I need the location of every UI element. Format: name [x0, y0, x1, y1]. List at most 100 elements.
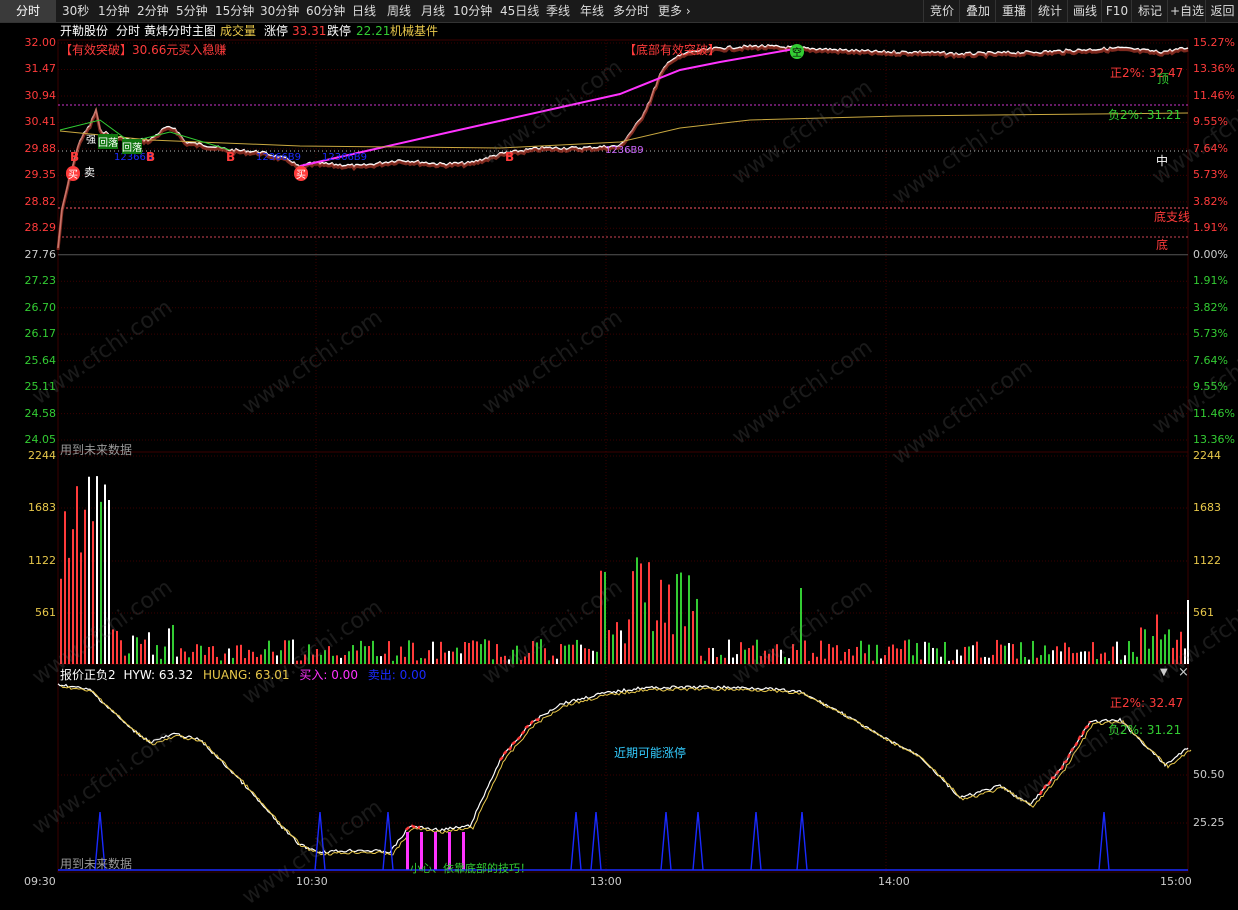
volume-bar	[976, 641, 978, 664]
sell-value: 卖出: 0.00	[367, 668, 427, 682]
volume-bar	[944, 641, 946, 664]
volume-bar	[972, 645, 974, 664]
volume-bar	[1004, 645, 1006, 664]
volume-bar	[820, 640, 822, 664]
volume-bar	[1132, 651, 1134, 664]
volume-bar	[960, 655, 962, 664]
volume-bar	[428, 650, 430, 664]
bottom-note: 底	[1156, 238, 1169, 252]
pct-tick-right: 3.82%	[1193, 300, 1228, 314]
volume-bar	[240, 644, 242, 664]
volume-tick: 561	[1193, 606, 1214, 619]
volume-bar	[264, 649, 266, 664]
volume-bar	[364, 646, 366, 664]
volume-bar	[188, 657, 190, 664]
volume-bar	[1112, 646, 1114, 664]
indicator-panel	[57, 683, 1192, 871]
volume-bar	[1144, 629, 1146, 664]
volume-bar	[1076, 652, 1078, 664]
volume-bar	[848, 648, 850, 664]
price-tick-left: 29.35	[24, 168, 57, 182]
volume-bar	[664, 622, 666, 664]
volume-bar	[636, 557, 638, 664]
volume-bar	[1116, 641, 1118, 664]
volume-bar	[724, 657, 726, 664]
volume-bar	[880, 658, 882, 664]
volume-bar	[80, 552, 82, 664]
volume-bar	[168, 628, 170, 664]
volume-bar	[312, 654, 314, 664]
volume-bar	[1064, 642, 1066, 664]
volume-bar	[608, 630, 610, 664]
ind-future-data-note: 用到未来数据	[60, 857, 133, 871]
volume-bar	[588, 648, 590, 664]
volume-bar	[68, 557, 70, 664]
volume-bar	[380, 656, 382, 664]
volume-bar	[516, 645, 518, 664]
volume-bar	[376, 656, 378, 664]
volume-bar	[732, 657, 734, 664]
volume-bar	[672, 634, 674, 664]
volume-bar	[172, 624, 174, 664]
volume-bar	[1020, 642, 1022, 664]
volume-bar	[336, 655, 338, 664]
buy-badge: 买	[66, 166, 80, 181]
forecast-note: 近期可能涨停	[614, 746, 687, 760]
volume-bar	[552, 655, 554, 664]
volume-bar	[1108, 660, 1110, 664]
volume-bar	[328, 646, 330, 664]
pullback-badge: 回落	[122, 139, 142, 154]
volume-bar	[564, 645, 566, 664]
volume-bar	[464, 641, 466, 664]
volume-bar	[696, 598, 698, 664]
volume-bar	[684, 626, 686, 664]
volume-bar	[260, 654, 262, 664]
volume-bar	[488, 640, 490, 664]
volume-bar	[1068, 647, 1070, 664]
huang-value: HUANG: 63.01	[203, 668, 290, 682]
close-icon[interactable]: ×	[1178, 665, 1189, 680]
buy-mark: B	[505, 150, 515, 164]
volume-bar	[1120, 659, 1122, 664]
volume-bar	[116, 630, 118, 664]
pct-tick-right: 7.64%	[1193, 353, 1228, 367]
volume-bar	[756, 639, 758, 664]
volume-bar	[728, 639, 730, 664]
support-note: 底支线	[1154, 210, 1191, 224]
price-tick-left: 29.88	[24, 141, 57, 155]
empty-badge: 空	[790, 44, 804, 59]
volume-bar	[780, 649, 782, 664]
time-tick: 10:30	[296, 875, 328, 888]
volume-bar	[864, 653, 866, 664]
price-frame	[57, 39, 1189, 453]
volume-bar	[668, 584, 670, 664]
volume-bar	[280, 650, 282, 664]
volume-bar	[220, 660, 222, 664]
volume-bar	[152, 654, 154, 664]
volume-bar	[568, 644, 570, 664]
dropdown-icon[interactable]: ▼	[1160, 667, 1168, 678]
volume-bar	[928, 642, 930, 664]
volume-bar	[1080, 651, 1082, 664]
volume-bar	[420, 657, 422, 664]
volume-bar	[248, 649, 250, 664]
volume-tick: 1683	[1193, 501, 1221, 514]
price-tick-left: 28.82	[24, 194, 57, 208]
volume-bar	[252, 651, 254, 664]
volume-bar	[740, 642, 742, 664]
volume-bar	[476, 641, 478, 664]
volume-bar	[468, 642, 470, 664]
volume-bar	[652, 631, 654, 664]
volume-bar	[1000, 644, 1002, 664]
volume-bar	[344, 655, 346, 664]
volume-bar	[132, 635, 134, 664]
volume-bar	[736, 654, 738, 664]
volume-bar	[612, 634, 614, 664]
volume-bar	[924, 641, 926, 664]
volume-bar	[1088, 651, 1090, 664]
volume-bar	[940, 656, 942, 664]
volume-bar	[292, 639, 294, 664]
volume-bar	[176, 656, 178, 664]
sell-spike	[796, 811, 808, 871]
indicator-title[interactable]: 报价正负2	[60, 668, 116, 682]
